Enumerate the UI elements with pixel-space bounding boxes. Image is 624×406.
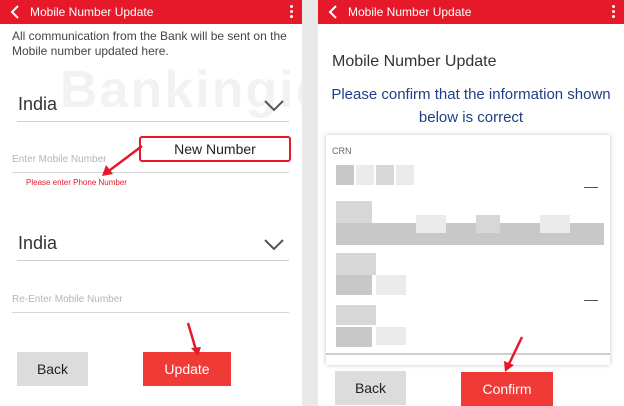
confirm-instruction: Please confirm that the information show… <box>331 86 611 126</box>
reenter-mobile-input[interactable]: Re-Enter Mobile Number <box>12 291 289 313</box>
back-button[interactable]: Back <box>335 371 406 405</box>
redacted-block <box>376 165 394 185</box>
update-button[interactable]: Update <box>143 352 231 386</box>
reenter-mobile-placeholder: Re-Enter Mobile Number <box>12 294 123 305</box>
app-header: Mobile Number Update <box>318 0 624 24</box>
country-select-confirm-value: India <box>18 233 58 253</box>
card-divider <box>326 353 610 355</box>
details-card: CRN <box>326 135 610 365</box>
divider <box>584 187 598 188</box>
header-title: Mobile Number Update <box>30 5 154 19</box>
back-button[interactable]: Back <box>17 352 88 386</box>
info-text: All communication from the Bank will be … <box>12 29 287 58</box>
redacted-block <box>356 165 374 185</box>
back-arrow-icon[interactable] <box>326 2 340 22</box>
page-title: Mobile Number Update <box>332 53 497 70</box>
new-number-callout: New Number <box>139 136 291 162</box>
mobile-update-form-screen: Mobile Number Update Bankingidea.com All… <box>0 0 302 406</box>
back-arrow-icon[interactable] <box>8 2 22 22</box>
chevron-down-icon <box>264 100 284 112</box>
redacted-block <box>336 275 372 295</box>
redacted-block <box>336 253 376 275</box>
redacted-block <box>336 201 372 223</box>
app-header: Mobile Number Update <box>0 0 302 24</box>
mobile-number-placeholder: Enter Mobile Number <box>12 154 107 165</box>
country-select-value: India <box>18 94 58 114</box>
crn-label: CRN <box>332 146 352 156</box>
redacted-block <box>396 165 414 185</box>
redacted-block <box>336 165 354 185</box>
overflow-menu-icon[interactable] <box>610 3 616 21</box>
redacted-block <box>376 275 406 295</box>
confirm-details-screen: Mobile Number Update Mobile Number Updat… <box>318 0 624 406</box>
header-title: Mobile Number Update <box>348 5 472 19</box>
redacted-block <box>336 305 376 325</box>
country-select-confirm[interactable]: India <box>17 227 289 261</box>
redacted-block <box>416 215 446 233</box>
country-select[interactable]: India <box>17 88 289 122</box>
redacted-block <box>376 327 406 345</box>
overflow-menu-icon[interactable] <box>288 3 294 21</box>
redacted-block <box>476 215 500 233</box>
confirm-button[interactable]: Confirm <box>461 372 553 406</box>
divider <box>584 300 598 301</box>
chevron-down-icon <box>264 239 284 251</box>
error-message: Please enter Phone Number <box>26 178 127 187</box>
redacted-block <box>540 215 570 233</box>
redacted-block <box>336 327 372 347</box>
